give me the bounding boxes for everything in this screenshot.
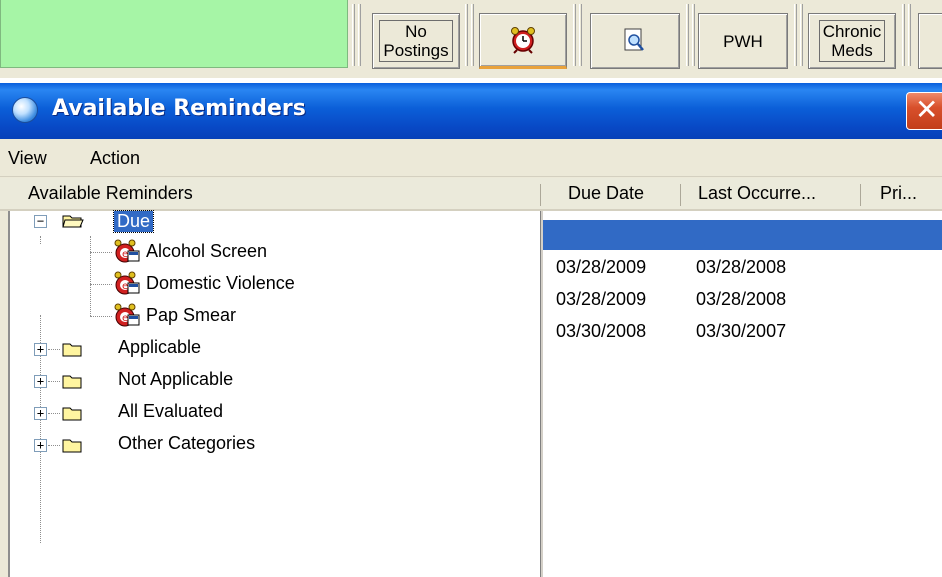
selected-row[interactable]: [543, 220, 942, 250]
no-postings-button[interactable]: No Postings: [372, 13, 460, 69]
open-folder-icon: [62, 215, 84, 228]
due-date-cell: 03/28/2009: [556, 289, 647, 309]
status-panel: [0, 0, 348, 68]
toolbar-separator: [358, 4, 361, 66]
tree-node-reminder[interactable]: Alcohol Screen: [146, 241, 267, 262]
tree-node-applicable[interactable]: Applicable: [118, 337, 201, 358]
column-available-reminders[interactable]: Available Reminders: [28, 183, 193, 204]
svg-text:e: e: [122, 249, 128, 260]
reminder-details-list[interactable]: 03/28/2009 03/28/2008 03/28/2009 03/28/2…: [543, 211, 942, 577]
close-button[interactable]: ✕: [906, 92, 942, 130]
folder-icon: [62, 439, 82, 453]
toolbar-separator: [692, 4, 695, 66]
toolbar-separator: [794, 4, 797, 66]
toolbar-separator: [471, 4, 474, 66]
reminder-tree[interactable]: − Due e Alcohol Screen e Domestic Violen…: [8, 210, 540, 577]
svg-text:e: e: [122, 281, 128, 292]
app-globe-icon: [12, 97, 38, 123]
last-occurrence-cell: 03/28/2008: [696, 257, 787, 277]
menu-bar: View Action: [0, 139, 942, 177]
expand-toggle[interactable]: +: [34, 343, 47, 356]
expand-toggle[interactable]: +: [34, 439, 47, 452]
tree-node-not-applicable[interactable]: Not Applicable: [118, 369, 233, 390]
tree-line: [48, 413, 60, 414]
tree-line: [90, 284, 112, 285]
folder-icon: [62, 343, 82, 357]
reminder-icon: e: [114, 271, 140, 295]
reminder-icon: e: [114, 239, 140, 263]
due-date-cell: 03/28/2009: [556, 257, 647, 277]
toolbar-separator: [579, 4, 582, 66]
toolbar-button-partial[interactable]: [918, 13, 942, 69]
column-divider[interactable]: [680, 184, 681, 206]
dialog-titlebar[interactable]: Available Reminders ✕: [0, 83, 942, 139]
close-icon: ✕: [915, 93, 939, 126]
chronic-meds-label-line2: Meds: [831, 41, 873, 60]
toolbar-separator: [800, 4, 803, 66]
view-document-button[interactable]: [590, 13, 680, 69]
menu-action[interactable]: Action: [90, 148, 140, 169]
tree-node-other-categories[interactable]: Other Categories: [118, 433, 255, 454]
column-priority[interactable]: Pri...: [880, 183, 917, 204]
toolbar-separator: [465, 4, 468, 66]
top-toolbar: No Postings PWH Chronic Meds: [0, 0, 942, 78]
chronic-meds-button[interactable]: Chronic Meds: [808, 13, 896, 69]
tree-line: [90, 316, 112, 317]
tree-line: [48, 445, 60, 446]
due-date-cell: 03/30/2008: [556, 321, 647, 341]
last-occurrence-cell: 03/28/2008: [696, 289, 787, 309]
tree-node-all-evaluated[interactable]: All Evaluated: [118, 401, 223, 422]
no-postings-label-line1: No: [405, 22, 427, 41]
dialog-title: Available Reminders: [52, 96, 306, 121]
column-due-date[interactable]: Due Date: [568, 183, 644, 204]
column-divider[interactable]: [540, 184, 541, 206]
magnifier-document-icon: [624, 28, 644, 51]
alarm-clock-icon: [511, 27, 535, 54]
expand-toggle[interactable]: +: [34, 375, 47, 388]
folder-icon: [62, 375, 82, 389]
column-last-occurrence[interactable]: Last Occurre...: [698, 183, 816, 204]
reminders-button[interactable]: [479, 13, 567, 69]
tree-line: [90, 252, 112, 253]
tree-node-reminder[interactable]: Domestic Violence: [146, 273, 295, 294]
menu-view[interactable]: View: [8, 148, 47, 169]
tree-line: [90, 236, 91, 316]
no-postings-label-line2: Postings: [383, 41, 449, 60]
toolbar-separator: [908, 4, 911, 66]
collapse-toggle[interactable]: −: [34, 215, 47, 228]
folder-icon: [62, 407, 82, 421]
expand-toggle[interactable]: +: [34, 407, 47, 420]
last-occurrence-cell: 03/30/2007: [696, 321, 787, 341]
svg-text:e: e: [122, 313, 128, 324]
toolbar-separator: [686, 4, 689, 66]
column-divider[interactable]: [860, 184, 861, 206]
toolbar-separator: [352, 4, 355, 66]
tree-line: [48, 349, 60, 350]
tree-node-reminder[interactable]: Pap Smear: [146, 305, 236, 326]
tree-node-due[interactable]: Due: [112, 210, 155, 233]
toolbar-separator: [902, 4, 905, 66]
chronic-meds-label-line1: Chronic: [822, 22, 882, 41]
tree-line: [40, 236, 41, 244]
pwh-button[interactable]: PWH: [698, 13, 788, 69]
tree-line: [48, 381, 60, 382]
reminder-icon: e: [114, 303, 140, 327]
column-header: Available Reminders Due Date Last Occurr…: [0, 178, 942, 211]
available-reminders-dialog: Available Reminders ✕ View Action Availa…: [0, 83, 942, 577]
toolbar-separator: [573, 4, 576, 66]
pwh-label: PWH: [723, 31, 763, 51]
